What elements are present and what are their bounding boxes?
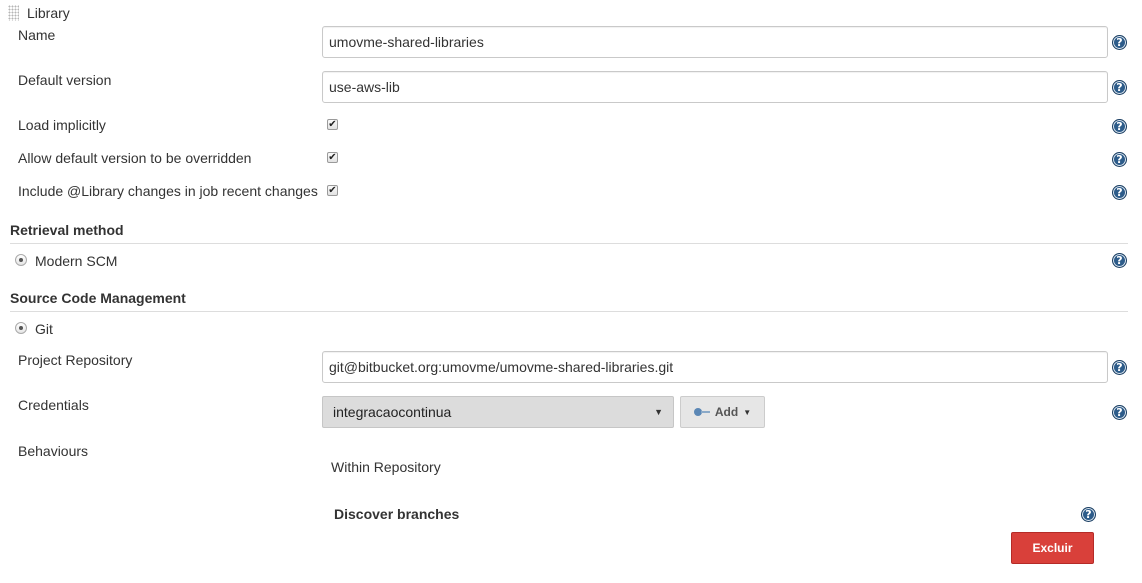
name-input[interactable]	[322, 26, 1108, 58]
within-repository-label: Within Repository	[331, 459, 441, 475]
help-icon[interactable]: ?	[1112, 35, 1127, 50]
default-version-label: Default version	[18, 72, 112, 88]
include-changes-checkbox[interactable]: ✔	[327, 185, 338, 196]
retrieval-method-title: Retrieval method	[10, 222, 124, 238]
git-label: Git	[35, 321, 53, 337]
help-icon[interactable]: ?	[1112, 405, 1127, 420]
git-radio[interactable]	[15, 322, 27, 334]
load-implicitly-checkbox[interactable]: ✔	[327, 119, 338, 130]
chevron-down-icon: ▼	[743, 407, 752, 417]
scm-title: Source Code Management	[10, 290, 186, 306]
behaviours-label: Behaviours	[18, 443, 89, 459]
help-icon[interactable]: ?	[1081, 507, 1096, 522]
credentials-selected-value: integracaocontinua	[333, 404, 452, 420]
dropdown-arrow-icon: ▼	[654, 407, 663, 417]
help-icon[interactable]: ?	[1112, 80, 1127, 95]
add-credentials-button[interactable]: Add ▼	[680, 396, 765, 428]
help-icon[interactable]: ?	[1112, 185, 1127, 200]
credentials-label: Credentials	[18, 397, 89, 413]
discover-branches-label: Discover branches	[334, 506, 460, 522]
allow-override-checkbox[interactable]: ✔	[327, 152, 338, 163]
name-label: Name	[18, 27, 56, 43]
divider	[10, 243, 1128, 244]
help-icon[interactable]: ?	[1112, 360, 1127, 375]
help-icon[interactable]: ?	[1112, 152, 1127, 167]
include-changes-label: Include @Library changes in job recent c…	[18, 183, 318, 199]
drag-handle-icon[interactable]	[8, 5, 19, 21]
load-implicitly-label: Load implicitly	[18, 117, 106, 133]
project-repository-input[interactable]	[322, 351, 1108, 383]
help-icon[interactable]: ?	[1112, 253, 1127, 268]
key-icon	[693, 408, 710, 416]
divider	[10, 311, 1128, 312]
help-icon[interactable]: ?	[1112, 119, 1127, 134]
default-version-input[interactable]	[322, 71, 1108, 103]
library-section-label: Library	[27, 5, 70, 21]
modern-scm-label: Modern SCM	[35, 253, 118, 269]
modern-scm-radio[interactable]	[15, 254, 27, 266]
allow-override-label: Allow default version to be overridden	[18, 150, 252, 166]
delete-button[interactable]: Excluir	[1011, 532, 1094, 564]
project-repository-label: Project Repository	[18, 352, 133, 368]
credentials-select[interactable]: integracaocontinua ▼	[322, 396, 674, 428]
add-button-label: Add	[714, 405, 739, 419]
